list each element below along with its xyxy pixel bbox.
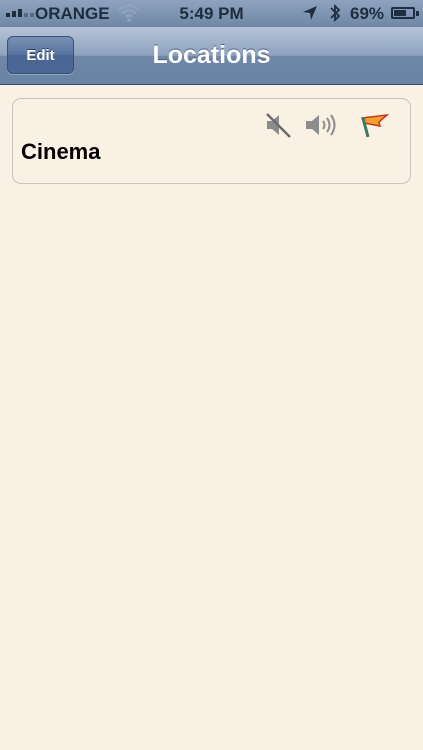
battery-level-fill [394,10,406,16]
mute-icon[interactable] [264,111,294,139]
location-arrow-icon [303,6,317,20]
navigation-bar: Locations Edit [0,27,423,85]
speaker-icon[interactable] [304,111,338,139]
edit-button[interactable]: Edit [7,36,74,74]
battery-percent: 69% [350,4,385,23]
flag-icon[interactable] [358,113,390,139]
battery-tip [416,11,419,16]
location-name: Cinema [21,139,101,164]
status-bar: ORANGE 5:49 PM 69% [0,0,423,27]
location-row-cinema[interactable]: Cinema [12,98,411,184]
bluetooth-icon [330,3,341,23]
battery-icon [391,7,415,19]
